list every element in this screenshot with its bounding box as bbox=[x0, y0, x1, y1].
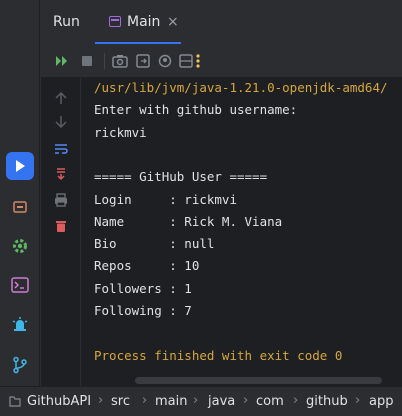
breadcrumb-item[interactable]: app bbox=[369, 394, 393, 409]
exit-icon[interactable] bbox=[134, 52, 152, 70]
run-panel: Run Main × /usr/lib/jvm/java-1.21.0-open… bbox=[41, 0, 402, 386]
close-icon[interactable]: × bbox=[167, 14, 179, 30]
trash-icon[interactable] bbox=[52, 217, 70, 235]
breadcrumb-item[interactable]: github bbox=[306, 394, 348, 409]
breadcrumb-separator: › bbox=[98, 393, 104, 408]
console-side-toolbar bbox=[41, 78, 81, 386]
breadcrumb-separator: › bbox=[243, 393, 249, 408]
soft-wrap-icon[interactable] bbox=[52, 140, 70, 158]
breadcrumb-item[interactable]: GithubAPI bbox=[27, 394, 91, 409]
console-line: Enter with github username: bbox=[94, 102, 298, 118]
console-line: Login : rickmvi bbox=[94, 191, 237, 207]
down-arrow-icon[interactable] bbox=[52, 113, 70, 131]
console-line: ===== GitHub User ===== bbox=[94, 169, 268, 185]
breadcrumb-item[interactable]: java bbox=[208, 394, 235, 409]
stop-icon[interactable] bbox=[78, 52, 96, 70]
breadcrumb-item[interactable]: src bbox=[111, 394, 130, 409]
tool-window-strip bbox=[0, 0, 40, 386]
run-panel-header: Run Main × bbox=[41, 0, 402, 44]
console-exit-message: Process finished with exit code 0 bbox=[94, 347, 343, 363]
up-arrow-icon[interactable] bbox=[52, 89, 70, 107]
breadcrumb-separator: › bbox=[293, 393, 299, 408]
problems-icon[interactable] bbox=[6, 311, 34, 339]
camera-icon[interactable] bbox=[111, 52, 129, 70]
rerun-icon[interactable] bbox=[53, 52, 71, 70]
run-toolbar bbox=[41, 44, 402, 78]
application-config-icon bbox=[109, 16, 121, 27]
console-line: Following : 7 bbox=[94, 303, 192, 318]
tab-main[interactable]: Main × bbox=[95, 0, 181, 44]
console-line: Name : Rick M. Viana bbox=[94, 213, 283, 229]
console-command-line: /usr/lib/jvm/java-1.21.0-openjdk-amd64/ bbox=[94, 80, 388, 95]
console-line: rickmvi bbox=[94, 124, 147, 140]
gear-icon[interactable] bbox=[6, 232, 34, 260]
breadcrumb-item[interactable]: main bbox=[155, 394, 187, 409]
breadcrumb-item[interactable]: com bbox=[256, 394, 284, 409]
console-line: Followers : 1 bbox=[94, 280, 192, 296]
more-actions-icon[interactable] bbox=[189, 52, 207, 70]
toolbar-separator bbox=[104, 53, 105, 69]
run-tool-window-icon[interactable] bbox=[6, 152, 34, 180]
tab-main-label: Main bbox=[127, 14, 161, 30]
console-output[interactable]: /usr/lib/jvm/java-1.21.0-openjdk-amd64/E… bbox=[94, 80, 402, 380]
breadcrumb-separator: › bbox=[142, 393, 148, 408]
breadcrumb: GithubAPI › src › main › java › com › github › app bbox=[0, 386, 402, 416]
horizontal-scrollbar[interactable] bbox=[135, 377, 382, 384]
console-line: Bio : null bbox=[94, 236, 215, 252]
console-line: Repos : 10 bbox=[94, 258, 200, 274]
project-icon bbox=[9, 395, 21, 411]
profiler-icon[interactable] bbox=[156, 52, 174, 70]
breadcrumb-separator: › bbox=[355, 393, 361, 408]
git-branch-icon[interactable] bbox=[6, 351, 34, 379]
run-panel-title: Run bbox=[53, 14, 80, 30]
print-icon[interactable] bbox=[52, 191, 70, 209]
breadcrumb-separator: › bbox=[193, 393, 199, 408]
services-tool-window-icon[interactable] bbox=[6, 193, 34, 221]
scroll-to-end-icon[interactable] bbox=[52, 165, 70, 183]
terminal-icon[interactable] bbox=[6, 271, 34, 299]
